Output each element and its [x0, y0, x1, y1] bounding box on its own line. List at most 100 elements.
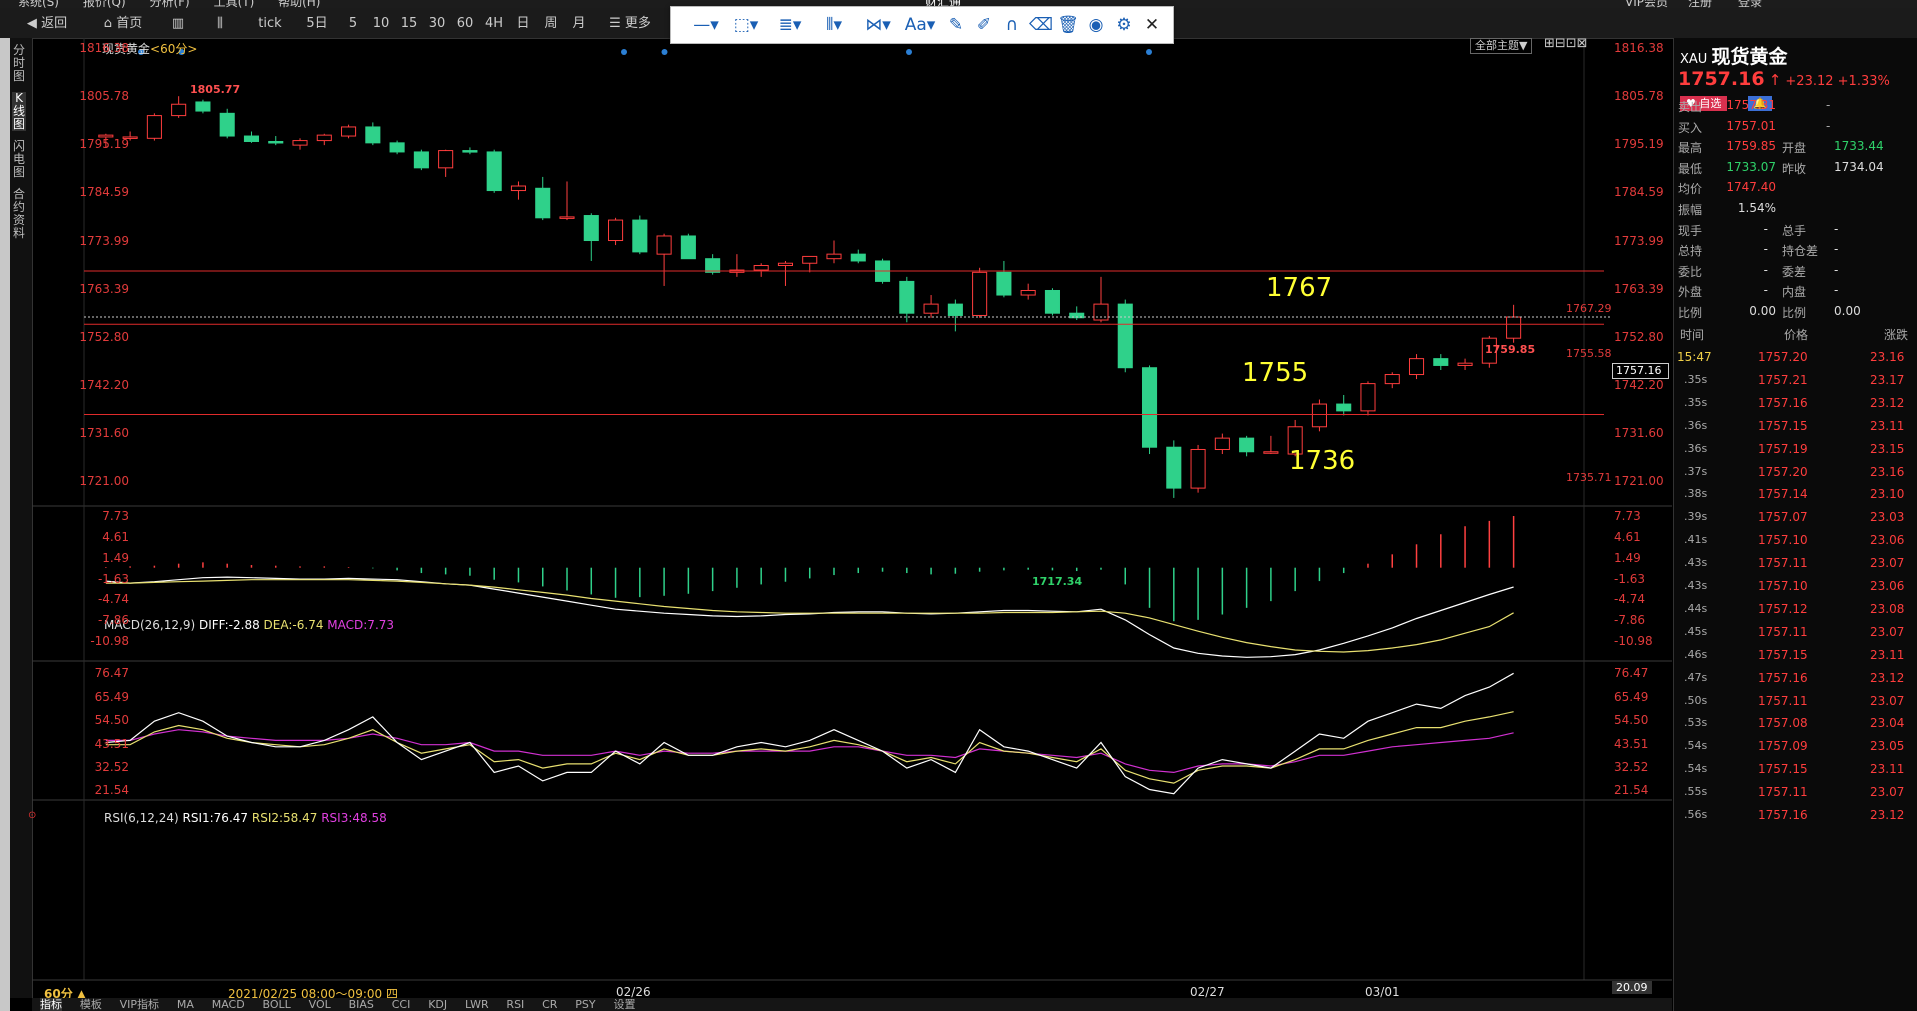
menu-item[interactable]: 分析(F)	[149, 0, 189, 8]
menu-item[interactable]: 报价(Q)	[83, 0, 126, 8]
quote-value2: 1734.04	[1834, 159, 1884, 174]
kline-chart[interactable]	[32, 38, 1672, 998]
candle-body	[365, 126, 381, 144]
tab-kdj[interactable]: KDJ	[428, 998, 447, 1011]
menu-item[interactable]: 帮助(H)	[278, 0, 320, 8]
macd-axis-label: -7.86	[97, 613, 129, 628]
tick-button[interactable]: tick	[252, 14, 288, 34]
quote-value: 1757.01	[1726, 118, 1776, 133]
home-button[interactable]: ⌂ 首页	[94, 14, 152, 34]
quote-key: 卖出	[1678, 100, 1703, 114]
tab-vip[interactable]: VIP指标	[120, 998, 159, 1011]
tab-timeshare[interactable]: 分时图	[12, 44, 26, 83]
rsi-settings-icon[interactable]: ⊙	[28, 810, 36, 821]
period-5[interactable]: 5	[342, 14, 364, 34]
quote-key: 总持	[1678, 244, 1703, 259]
chart-area[interactable]: 现货黄金<60分> 全部主题▼ ⊞⊟⊡⊠ 1816.38 1816.38 1805.…	[28, 36, 1672, 1001]
quote-value2: -	[1834, 262, 1839, 277]
layout-icons[interactable]: ⊞⊟⊡⊠	[1544, 36, 1588, 51]
level-1736-text: 1736	[1289, 446, 1356, 476]
level-1767-value: 1767.29	[1566, 302, 1612, 315]
period-week[interactable]: 周	[538, 14, 564, 34]
price-axis-label: 1742.20	[1614, 377, 1664, 392]
rsi-axis-label: 21.54	[94, 783, 129, 798]
pattern-tool-icon[interactable]: ⋈▾	[861, 14, 895, 36]
candle-body	[219, 112, 235, 137]
home-icon: ⌂	[103, 16, 117, 31]
back-icon: ◀	[26, 16, 42, 31]
tick-time: .36s	[1684, 418, 1708, 432]
tick-time: .44s	[1684, 601, 1708, 615]
quote-key2: 昨收	[1782, 161, 1807, 176]
channel-tool-icon[interactable]: ⦀▾	[817, 14, 851, 36]
period-60[interactable]: 60	[452, 14, 478, 34]
fib-tool-icon[interactable]: ≣▾	[773, 14, 807, 36]
tab-lwr[interactable]: LWR	[465, 998, 489, 1011]
period-4h[interactable]: 4H	[480, 14, 508, 34]
tick-time: .35s	[1684, 395, 1708, 409]
high-label: 1805.77	[190, 83, 241, 96]
tab-rsi[interactable]: RSI	[506, 998, 524, 1011]
close-icon[interactable]: ✕	[1141, 14, 1163, 36]
eye-icon[interactable]: ◉	[1085, 14, 1107, 36]
line-tool-icon[interactable]: —▾	[689, 14, 723, 36]
price-axis-label: 1763.39	[1614, 281, 1664, 296]
tab-cci[interactable]: CCI	[392, 998, 411, 1011]
period-5day[interactable]: 5日	[302, 14, 332, 34]
vip-link[interactable]: VIP会员	[1625, 0, 1668, 8]
tab-bias[interactable]: BIAS	[349, 998, 374, 1011]
tick-change: 23.11	[1870, 647, 1905, 662]
candle-icon[interactable]: ⫼	[208, 14, 232, 34]
period-30[interactable]: 30	[424, 14, 450, 34]
quote-value2: -	[1834, 283, 1839, 298]
tick-change: 23.04	[1870, 716, 1905, 731]
pencil-icon[interactable]: ✎	[945, 14, 967, 36]
period-10[interactable]: 10	[368, 14, 394, 34]
menu-item[interactable]: 系统(S)	[18, 0, 59, 8]
tab-template[interactable]: 模板	[80, 998, 102, 1011]
magnet-icon[interactable]: ∩	[1001, 14, 1023, 36]
tab-psy[interactable]: PSY	[575, 998, 595, 1011]
tab-settings[interactable]: 设置	[613, 998, 635, 1011]
tick-change: 23.07	[1870, 785, 1905, 800]
timeshare-icon[interactable]: ▥	[166, 14, 190, 34]
rsi-axis-label: 54.50	[94, 713, 129, 728]
tab-ma[interactable]: MA	[177, 998, 194, 1011]
tab-macd[interactable]: MACD	[212, 998, 245, 1011]
tab-vol[interactable]: VOL	[309, 998, 331, 1011]
macd-axis-label: 1.49	[102, 550, 129, 565]
candle-body	[899, 280, 915, 314]
period-day[interactable]: 日	[510, 14, 536, 34]
brush-icon[interactable]: ✐	[973, 14, 995, 36]
register-link[interactable]: 注册	[1688, 0, 1712, 8]
rsi-axis-label: 54.50	[1614, 713, 1649, 728]
more-button[interactable]: ☰ 更多	[604, 14, 656, 34]
login-link[interactable]: 登录	[1738, 0, 1762, 8]
shape-tool-icon[interactable]: ⬚▾	[729, 14, 763, 36]
tab-indicator[interactable]: 指标	[40, 998, 62, 1011]
theme-dropdown[interactable]: 全部主题▼	[1470, 38, 1533, 54]
macd-axis-label: -7.86	[1614, 613, 1646, 628]
quote-value: 1759.85	[1726, 139, 1776, 154]
trash-icon[interactable]: 🗑	[1057, 14, 1079, 36]
candle-body	[292, 140, 308, 146]
tab-contract[interactable]: 合约资料	[12, 188, 26, 240]
macd-axis-label: -1.63	[1614, 571, 1646, 586]
quote-key2: 委差	[1782, 264, 1807, 279]
rsi3-line	[105, 729, 1514, 774]
gear-icon[interactable]: ⚙	[1113, 14, 1135, 36]
period-month[interactable]: 月	[566, 14, 592, 34]
tab-boll[interactable]: BOLL	[263, 998, 291, 1011]
tick-time: .35s	[1684, 372, 1708, 386]
menu-item[interactable]: 工具(T)	[214, 0, 255, 8]
tab-kline[interactable]: K线图	[12, 92, 26, 131]
period-15[interactable]: 15	[396, 14, 422, 34]
tab-cr[interactable]: CR	[542, 998, 557, 1011]
rsi1-line	[105, 672, 1514, 795]
back-button[interactable]: ◀ 返回	[18, 14, 76, 34]
candle-body	[341, 126, 357, 137]
eraser-icon[interactable]: ⌫	[1029, 14, 1053, 36]
tab-flash[interactable]: 闪电图	[12, 140, 26, 179]
candle-body	[826, 253, 842, 260]
text-tool-icon[interactable]: Aa▾	[901, 14, 939, 36]
